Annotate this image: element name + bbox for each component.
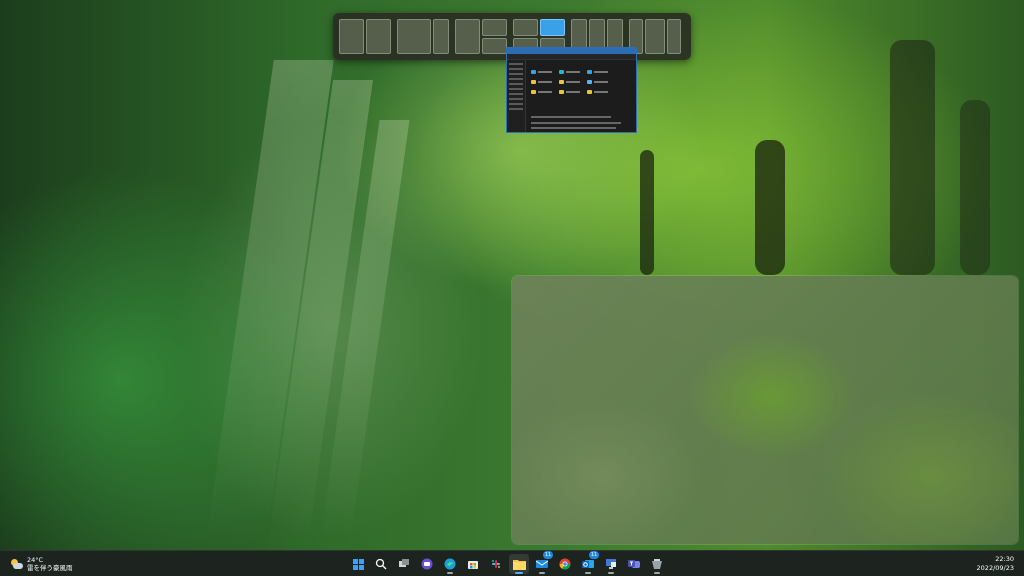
- weather-icon: [10, 558, 23, 570]
- chrome-icon: [559, 558, 571, 570]
- outlook-button[interactable]: 11: [578, 551, 599, 574]
- running-indicator: [447, 572, 453, 574]
- folder-icon: [587, 70, 609, 76]
- weather-temperature: 24°C: [27, 556, 44, 564]
- tree-trunk: [755, 140, 785, 275]
- folder-icon: [587, 80, 609, 86]
- tree-trunk: [890, 40, 935, 275]
- task-view-button[interactable]: [394, 554, 414, 574]
- store-button[interactable]: [463, 554, 483, 574]
- snap-zone[interactable]: [339, 19, 364, 54]
- slack-button[interactable]: [486, 554, 506, 574]
- file-explorer-window[interactable]: [506, 47, 637, 133]
- outlook-icon: [582, 560, 594, 568]
- recent-file-row: [531, 122, 621, 124]
- taskbar-apps: 11 11: [348, 551, 667, 574]
- folder-icon: [559, 70, 581, 76]
- navigation-pane: [507, 60, 526, 132]
- snap-zone-active[interactable]: [540, 19, 565, 36]
- notification-badge: 11: [543, 551, 553, 559]
- running-indicator: [608, 572, 614, 574]
- folder-icon: [587, 90, 609, 96]
- running-indicator: [515, 572, 523, 574]
- snap-layout-two-columns: [339, 19, 391, 54]
- edge-icon: [444, 558, 456, 570]
- app-button[interactable]: [647, 554, 667, 574]
- remote-desktop-icon: [606, 559, 616, 569]
- remote-desktop-button[interactable]: [601, 554, 621, 574]
- window-toolbar: [507, 54, 636, 60]
- running-indicator: [654, 572, 660, 574]
- explorer-content: [529, 62, 634, 132]
- snap-zone[interactable]: [645, 19, 665, 54]
- snap-zone[interactable]: [667, 19, 681, 54]
- windows-logo-icon: [352, 558, 364, 570]
- edge-button[interactable]: [440, 554, 460, 574]
- tree-trunk: [640, 150, 654, 275]
- folder-icon: [559, 90, 581, 96]
- system-clock[interactable]: 22:30 2022/09/23: [977, 555, 1014, 573]
- teams-button[interactable]: [624, 554, 644, 574]
- folder-icon: [531, 80, 553, 86]
- snap-zone[interactable]: [482, 37, 507, 54]
- recent-file-row: [531, 116, 611, 118]
- running-indicator: [539, 572, 545, 574]
- running-indicator: [585, 572, 591, 574]
- chrome-button[interactable]: [555, 554, 575, 574]
- folder-icon: [559, 80, 581, 86]
- chat-button[interactable]: [417, 554, 437, 574]
- teams-icon: [628, 560, 640, 568]
- clock-date: 2022/09/23: [976, 564, 1014, 572]
- snap-zone[interactable]: [433, 19, 449, 54]
- store-icon: [468, 561, 478, 569]
- snap-zone-stack: [482, 19, 507, 54]
- weather-condition: 雷を伴う豪風雨: [27, 564, 73, 572]
- snap-zone[interactable]: [366, 19, 391, 54]
- snap-zone[interactable]: [513, 19, 538, 36]
- taskbar: 24°C 雷を伴う豪風雨 11 11 22:30 2022/09/23: [0, 550, 1024, 576]
- chat-icon: [421, 558, 433, 570]
- app-icon: [652, 559, 662, 569]
- tree-trunk: [960, 100, 990, 275]
- mail-button[interactable]: 11: [532, 551, 553, 574]
- task-view-icon: [399, 559, 409, 567]
- notification-badge: 11: [589, 551, 599, 559]
- snap-zone[interactable]: [482, 19, 507, 36]
- search-icon: [375, 558, 387, 570]
- snap-layout-wide-left: [397, 19, 449, 54]
- folder-icon: [531, 90, 553, 96]
- clock-time: 22:30: [995, 555, 1014, 563]
- folder-icon: [531, 70, 553, 76]
- snap-zone[interactable]: [397, 19, 431, 54]
- start-button[interactable]: [348, 554, 368, 574]
- folder-icon: [512, 559, 526, 570]
- snap-preview-overlay: [512, 276, 1018, 544]
- file-explorer-button[interactable]: [509, 554, 529, 574]
- slack-icon: [492, 560, 500, 568]
- mail-icon: [536, 560, 548, 568]
- recent-file-row: [531, 127, 616, 129]
- search-button[interactable]: [371, 554, 391, 574]
- snap-zone[interactable]: [455, 19, 480, 54]
- snap-layout-main-plus-stack: [455, 19, 507, 54]
- weather-widget[interactable]: 24°C 雷を伴う豪風雨: [10, 555, 73, 573]
